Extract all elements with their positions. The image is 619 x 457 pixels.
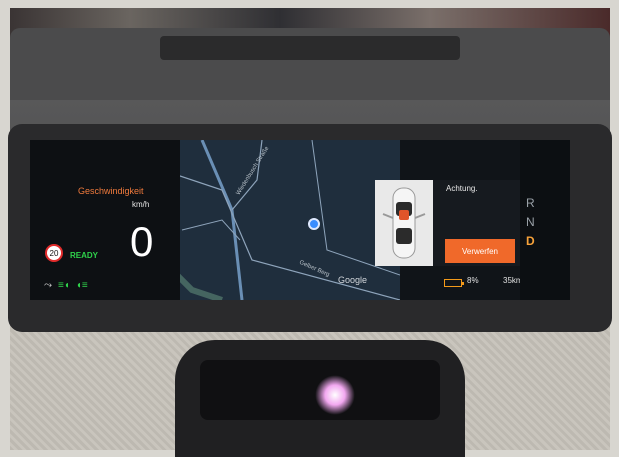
dismiss-button[interactable]: Verwerfen	[445, 239, 515, 263]
indicator-icons: ⤳ ≡◖ ◖≡	[44, 280, 88, 291]
headlight-icon: ◖≡	[75, 280, 88, 291]
ambient-light	[315, 375, 355, 415]
instrument-cluster-screen: Gelber Berg Wiedenbusch Straße Geschwind…	[30, 140, 570, 300]
speed-panel	[30, 140, 180, 300]
speed-limit-sign: 20	[45, 244, 63, 262]
fog-light-icon: ≡◖	[58, 280, 70, 291]
map-provider-logo: Google	[338, 275, 368, 285]
speed-title: Geschwindigkeit	[78, 186, 144, 196]
battery-icon	[444, 279, 464, 287]
dashboard-vent	[160, 36, 460, 60]
battery-percent: 8%	[467, 276, 479, 285]
speed-value: 0	[130, 218, 154, 265]
wiper-icon: ⤳	[44, 280, 52, 291]
alert-title: Achtung.	[446, 184, 478, 193]
location-marker-icon	[308, 218, 320, 230]
speed-unit: km/h	[132, 200, 150, 209]
gear-r: R	[526, 196, 535, 210]
ready-status: READY	[70, 251, 99, 260]
gear-d: D	[526, 234, 535, 248]
car-top-view-icon	[382, 187, 426, 259]
gear-n: N	[526, 215, 535, 229]
car-diagram	[375, 180, 433, 266]
